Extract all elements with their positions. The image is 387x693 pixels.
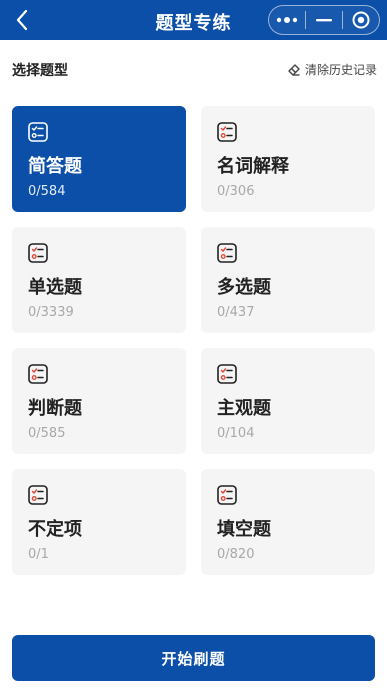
question-type-name: 填空题 — [217, 519, 271, 540]
minimize-button[interactable] — [306, 6, 342, 34]
question-type-name: 多选题 — [217, 277, 271, 298]
close-miniprogram-button[interactable] — [343, 6, 379, 34]
checklist-icon — [28, 364, 48, 384]
question-type-progress: 0/306 — [217, 184, 255, 199]
question-type-card[interactable]: 单选题 0/3339 — [12, 227, 186, 333]
question-type-progress: 0/3339 — [28, 305, 74, 320]
question-type-progress: 0/1 — [28, 547, 49, 562]
checklist-icon — [28, 485, 48, 505]
question-type-name: 简答题 — [28, 156, 82, 177]
clear-history-label: 清除历史记录 — [304, 63, 377, 77]
minimize-icon — [315, 19, 332, 22]
checklist-icon — [28, 122, 48, 142]
more-button[interactable] — [269, 6, 305, 34]
question-type-name: 名词解释 — [217, 156, 289, 177]
checklist-icon — [217, 485, 237, 505]
question-type-name: 判断题 — [28, 398, 82, 419]
target-icon — [352, 11, 370, 29]
checklist-icon — [217, 122, 237, 142]
question-type-name: 单选题 — [28, 277, 82, 298]
checklist-icon — [28, 243, 48, 263]
checklist-icon — [217, 364, 237, 384]
question-type-card[interactable]: 简答题 0/584 — [12, 106, 186, 212]
question-type-card[interactable]: 填空题 0/820 — [201, 469, 375, 575]
question-type-progress: 0/437 — [217, 305, 255, 320]
more-dots-icon — [276, 17, 298, 23]
question-type-name: 不定项 — [28, 519, 82, 540]
section-header: 选择题型 清除历史记录 — [0, 56, 387, 84]
clear-history-button[interactable]: 清除历史记录 — [287, 61, 377, 78]
question-type-card[interactable]: 判断题 0/585 — [12, 348, 186, 454]
mini-program-capsule — [268, 5, 380, 35]
question-type-card[interactable]: 多选题 0/437 — [201, 227, 375, 333]
nav-header: 题型专练 — [0, 0, 387, 40]
section-title: 选择题型 — [12, 63, 68, 79]
question-type-progress: 0/104 — [217, 426, 255, 441]
checklist-icon — [217, 243, 237, 263]
question-type-card[interactable]: 名词解释 0/306 — [201, 106, 375, 212]
question-type-grid: 简答题 0/584 名词解释 0/306 单选题 0/3339 多选题 0/43… — [12, 106, 375, 586]
bottom-action-bar: 开始刷题 — [0, 620, 387, 693]
eraser-icon — [288, 63, 300, 76]
question-type-progress: 0/584 — [28, 184, 66, 199]
question-type-card[interactable]: 不定项 0/1 — [12, 469, 186, 575]
question-type-name: 主观题 — [217, 398, 271, 419]
question-type-progress: 0/820 — [217, 547, 255, 562]
question-type-progress: 0/585 — [28, 426, 66, 441]
start-practice-button[interactable]: 开始刷题 — [12, 635, 375, 681]
question-type-card[interactable]: 主观题 0/104 — [201, 348, 375, 454]
